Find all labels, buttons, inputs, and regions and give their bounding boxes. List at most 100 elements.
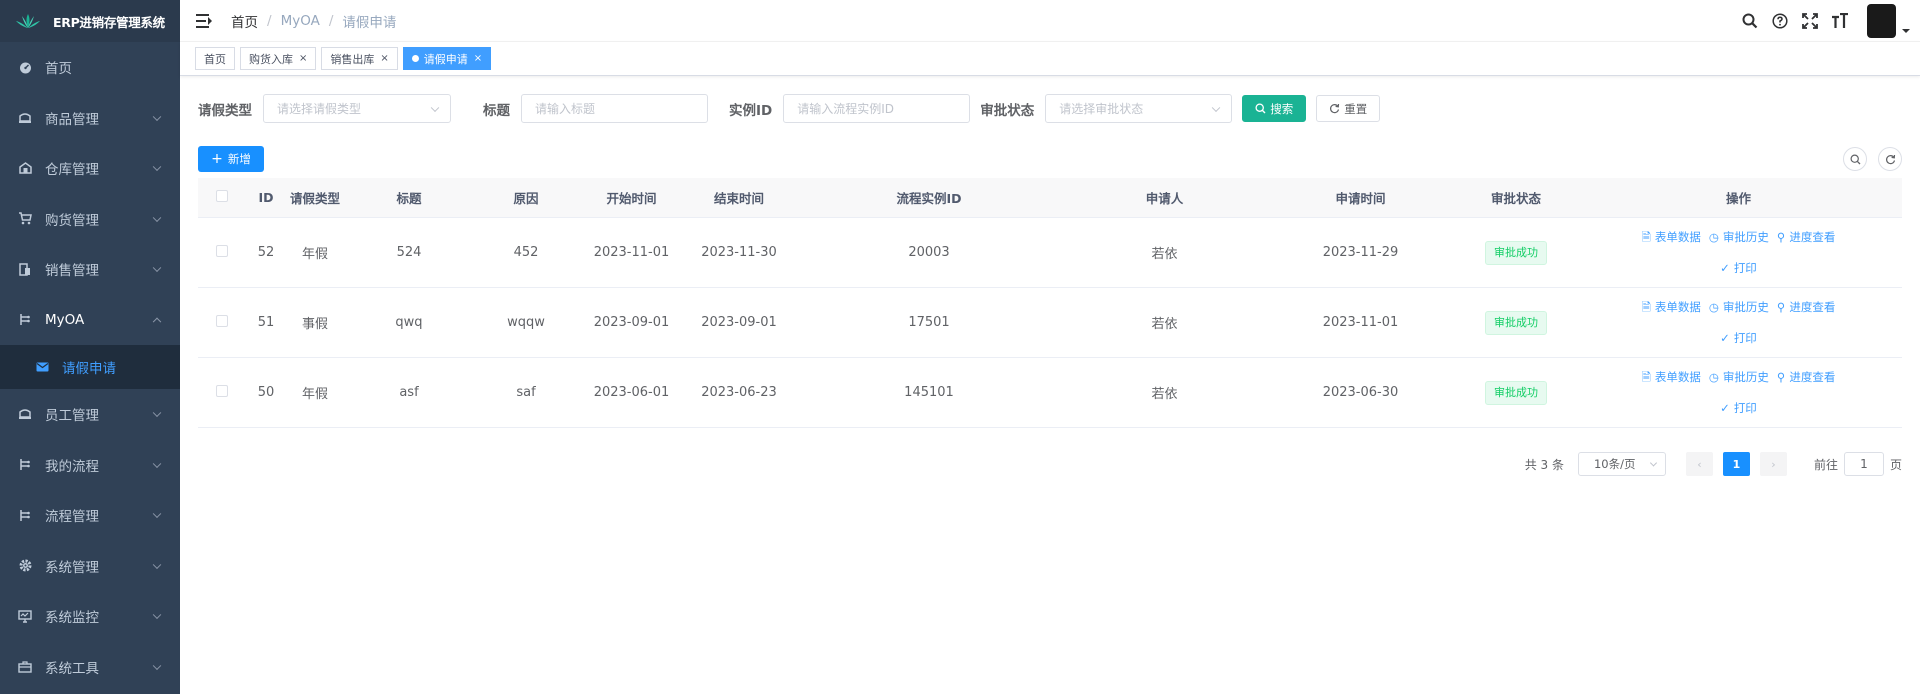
- reset-button[interactable]: 重置: [1316, 95, 1381, 122]
- sidebar-item-goods[interactable]: 商品管理: [0, 93, 180, 144]
- sidebar-item-tools[interactable]: 系统工具: [0, 642, 180, 693]
- cell-reason: wqqw: [507, 315, 545, 330]
- form-data-link[interactable]: 🗎 表单数据: [1640, 299, 1703, 319]
- close-icon[interactable]: ×: [474, 53, 482, 64]
- form-data-label: 表单数据: [1654, 300, 1701, 314]
- row-ops: 🗎 表单数据 ◷ 审批历史 ⚲ 进度查看 ✓ 打印: [1575, 299, 1902, 346]
- row-checkbox[interactable]: [216, 244, 228, 257]
- pagination-total: 共 3 条: [1524, 457, 1564, 472]
- progress-link[interactable]: ⚲ 进度查看: [1775, 229, 1837, 249]
- dashboard-icon: [18, 60, 32, 74]
- status-select[interactable]: 请选择审批状态: [1045, 94, 1233, 123]
- sidebar-item-employee[interactable]: 员工管理: [0, 389, 180, 440]
- avatar[interactable]: [1867, 4, 1896, 38]
- refresh-button[interactable]: [1878, 147, 1902, 171]
- title-input[interactable]: 请输入标题: [521, 94, 708, 123]
- tag-leave-apply[interactable]: 请假申请 ×: [402, 47, 492, 70]
- sidebar-item-purchase[interactable]: 购货管理: [0, 194, 180, 245]
- prev-page-button[interactable]: ‹: [1685, 452, 1713, 476]
- row-checkbox[interactable]: [216, 314, 228, 327]
- tag-label: 销售出库: [330, 52, 375, 66]
- search-button[interactable]: 搜索: [1242, 95, 1307, 122]
- sidebar-item-label: 流程管理: [45, 509, 99, 526]
- approval-history-link[interactable]: ◷ 审批历史: [1707, 229, 1771, 249]
- font-size-icon[interactable]: [1831, 12, 1849, 30]
- clock-icon: ◷: [1708, 370, 1719, 384]
- goto-page-input[interactable]: 1: [1843, 452, 1884, 476]
- approval-history-label: 审批历史: [1722, 230, 1769, 244]
- sidebar-item-process-manage[interactable]: 流程管理: [0, 490, 180, 541]
- caret-down-icon[interactable]: [1902, 29, 1910, 33]
- breadcrumb-separator: /: [267, 12, 272, 29]
- chevron-down-icon: [430, 103, 440, 112]
- cell-id: 51: [257, 315, 275, 330]
- chevron-down-icon: [152, 459, 162, 468]
- logo[interactable]: ERP进销存管理系统: [0, 0, 180, 42]
- print-link[interactable]: ✓ 打印: [1718, 260, 1759, 276]
- sidebar-subitem-leave-apply[interactable]: 请假申请: [0, 345, 180, 389]
- monitor-icon: [18, 609, 32, 623]
- cell-title: 524: [396, 245, 422, 260]
- close-icon[interactable]: ×: [299, 53, 307, 64]
- form-data-link[interactable]: 🗎 表单数据: [1640, 229, 1703, 249]
- approval-history-link[interactable]: ◷ 审批历史: [1707, 369, 1771, 389]
- chevron-left-icon: ‹: [1697, 457, 1702, 471]
- sidebar-item-label: 购货管理: [45, 212, 99, 229]
- tag-purchase-in[interactable]: 购货入库 ×: [240, 47, 317, 70]
- row-ops: 🗎 表单数据 ◷ 审批历史 ⚲ 进度查看 ✓ 打印: [1575, 369, 1902, 416]
- close-icon[interactable]: ×: [380, 53, 388, 64]
- cell-apply-time: 2023-11-01: [1322, 315, 1399, 330]
- leave-table: ID 请假类型 标题 原因 开始时间 结束时间 流程实例ID 申请人 申请时间 …: [198, 178, 1902, 428]
- tag-sales-out[interactable]: 销售出库 ×: [321, 47, 398, 70]
- approval-history-link[interactable]: ◷ 审批历史: [1707, 299, 1771, 319]
- page-size-select[interactable]: 10条/页: [1577, 452, 1666, 476]
- sidebar-item-sales[interactable]: 销售管理: [0, 244, 180, 295]
- goods-icon: [18, 111, 32, 125]
- cell-id: 50: [257, 385, 275, 400]
- search-button-label: 搜索: [1270, 101, 1294, 116]
- chevron-down-icon: [152, 560, 162, 569]
- sidebar-item-monitor[interactable]: 系统监控: [0, 591, 180, 642]
- page-number-button[interactable]: 1: [1722, 452, 1750, 476]
- status-placeholder: 请选择审批状态: [1059, 102, 1144, 116]
- breadcrumb-separator: /: [328, 12, 334, 29]
- fullscreen-icon[interactable]: [1801, 12, 1819, 30]
- cell-start-time: 2023-06-01: [593, 385, 670, 400]
- row-checkbox[interactable]: [216, 384, 228, 397]
- sidebar-item-warehouse[interactable]: 仓库管理: [0, 143, 180, 194]
- print-link[interactable]: ✓ 打印: [1718, 400, 1759, 416]
- tag-label: 首页: [204, 52, 226, 66]
- instance-id-input[interactable]: 请输入流程实例ID: [783, 94, 971, 123]
- next-page-button[interactable]: ›: [1759, 452, 1787, 476]
- progress-link[interactable]: ⚲ 进度查看: [1775, 369, 1837, 389]
- leave-type-select[interactable]: 请选择请假类型: [263, 94, 451, 123]
- cell-start-time: 2023-09-01: [593, 315, 670, 330]
- sidebar-item-myoa[interactable]: MyOA: [0, 295, 180, 346]
- print-link[interactable]: ✓ 打印: [1718, 330, 1759, 346]
- sidebar-item-system[interactable]: 系统管理: [0, 541, 180, 592]
- goto-prefix: 前往: [1813, 457, 1838, 472]
- cell-apply-time: 2023-11-29: [1322, 245, 1399, 260]
- header-applicant: 申请人: [1145, 191, 1184, 206]
- sidebar-item-label: MyOA: [45, 311, 85, 328]
- select-all-checkbox[interactable]: [216, 190, 228, 202]
- help-icon[interactable]: [1771, 12, 1789, 30]
- cell-id: 52: [257, 245, 275, 260]
- progress-link[interactable]: ⚲ 进度查看: [1775, 299, 1837, 319]
- cell-applicant: 若依: [1151, 317, 1178, 332]
- breadcrumb-home[interactable]: 首页: [231, 11, 258, 31]
- form-data-link[interactable]: 🗎 表单数据: [1640, 369, 1703, 389]
- system-icon: [18, 559, 32, 573]
- document-icon: 🗎: [1641, 230, 1651, 244]
- toggle-search-button[interactable]: [1843, 147, 1867, 171]
- hamburger-icon[interactable]: [196, 13, 212, 28]
- tags-view: 首页 购货入库 × 销售出库 × 请假申请 ×: [180, 42, 1920, 76]
- search-icon[interactable]: [1741, 12, 1759, 30]
- sidebar-item-label: 员工管理: [45, 408, 99, 425]
- tag-home[interactable]: 首页: [195, 47, 235, 70]
- add-button[interactable]: + 新增: [198, 146, 264, 172]
- sidebar-item-my-process[interactable]: 我的流程: [0, 440, 180, 491]
- progress-label: 进度查看: [1789, 370, 1836, 384]
- chevron-down-icon: [1649, 459, 1658, 467]
- sidebar-item-home[interactable]: 首页: [0, 42, 180, 93]
